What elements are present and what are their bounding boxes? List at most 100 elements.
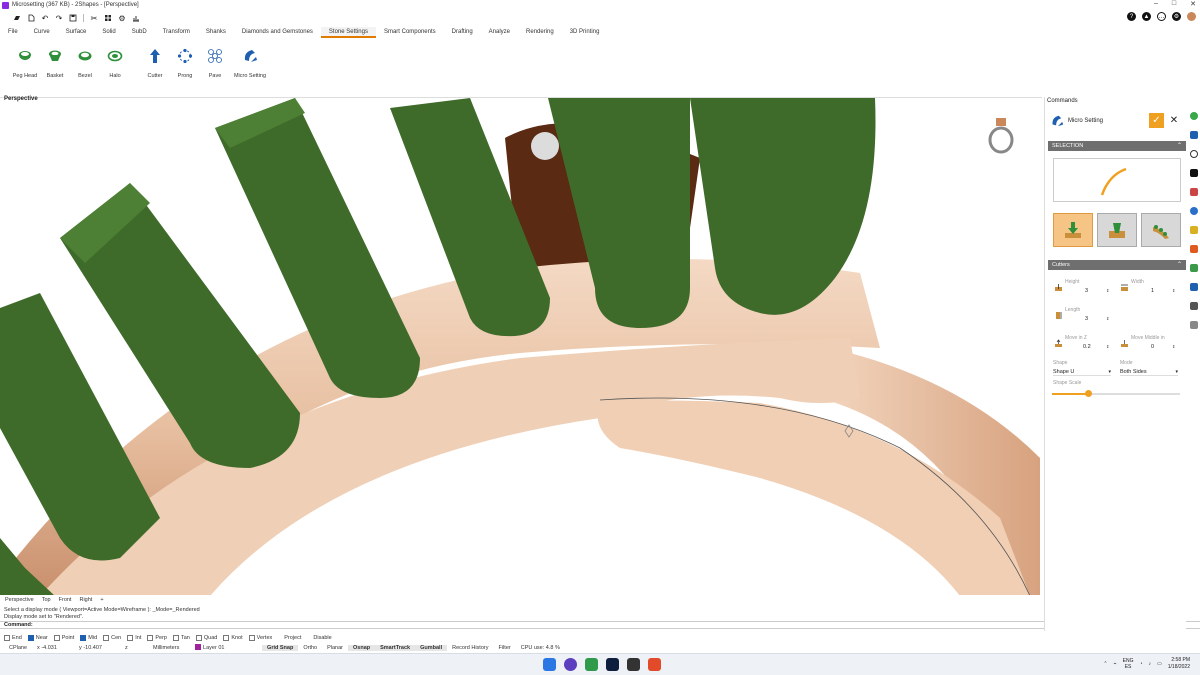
learn-icon[interactable]: ▲ [1142, 12, 1151, 21]
prong-button[interactable]: Prong [170, 42, 200, 90]
osnap-quad[interactable]: Quad [195, 634, 217, 641]
units[interactable]: Millimeters [148, 645, 190, 651]
minimize-button[interactable]: – [1154, 0, 1158, 8]
osnap-project[interactable]: Project [284, 635, 301, 641]
move-middle-stepper[interactable]: ⇕ [1172, 344, 1175, 349]
tab-stone-settings[interactable]: Stone Settings [320, 27, 376, 38]
network-icon[interactable]: ⌁ [1114, 661, 1117, 667]
pave-button[interactable]: Pave [200, 42, 230, 90]
tab-shanks[interactable]: Shanks [198, 27, 234, 38]
avatar[interactable] [1187, 12, 1196, 21]
battery-icon[interactable]: ▭ [1157, 661, 1162, 667]
osnap-disable[interactable]: Disable [313, 635, 331, 641]
toggle-smarttrack[interactable]: SmartTrack [375, 644, 416, 651]
move-z-stepper[interactable]: ⇕ [1106, 344, 1109, 349]
slider-knob[interactable] [1084, 390, 1092, 397]
osnap-checkbox[interactable] [147, 634, 154, 641]
close-panel-button[interactable]: ✕ [1168, 113, 1180, 128]
chat-icon[interactable]: … [1157, 12, 1166, 21]
toggle-gumball[interactable]: Gumball [415, 644, 448, 651]
tab-smart-components[interactable]: Smart Components [376, 27, 444, 38]
materials-icon[interactable] [1189, 188, 1198, 196]
language-indicator[interactable]: ENG ES [1123, 658, 1134, 670]
tab-top[interactable]: Top [42, 597, 51, 606]
cplane-label[interactable]: CPlane [4, 645, 32, 651]
height-input[interactable]: 3 [1085, 288, 1088, 294]
osnap-mid[interactable]: Mid [80, 634, 97, 641]
close-window-button[interactable]: ✕ [1190, 0, 1196, 8]
command-input[interactable]: Command: [0, 621, 1200, 629]
shape-scale-slider[interactable] [1052, 390, 1180, 397]
clock[interactable]: 2:58 PM 1/18/2022 [1168, 657, 1190, 671]
chart-icon[interactable] [132, 14, 140, 22]
tab-surface[interactable]: Surface [58, 27, 95, 38]
new-file-icon[interactable] [27, 14, 35, 22]
width-input[interactable]: 1 [1151, 288, 1154, 294]
cutter-button[interactable]: Cutter [140, 42, 170, 90]
osnap-checkbox[interactable] [80, 634, 87, 641]
photoshop-icon[interactable] [606, 658, 619, 671]
add-viewport-button[interactable]: + [100, 597, 103, 606]
cutter-down-button[interactable] [1053, 213, 1093, 247]
micro-setting-button[interactable]: Micro Setting [230, 42, 270, 90]
sun-icon[interactable] [1189, 245, 1198, 253]
osnap-checkbox[interactable] [27, 634, 34, 641]
render-icon[interactable] [1189, 150, 1198, 158]
volume-icon[interactable]: ♪ [1149, 661, 1152, 667]
selection-section-header[interactable]: SELECTION ⌃ [1048, 141, 1186, 151]
viewport-label[interactable]: Perspective [4, 96, 38, 102]
options-icon[interactable]: ⚙ [118, 14, 126, 23]
open-icon[interactable] [13, 14, 21, 22]
tab-front[interactable]: Front [59, 597, 72, 606]
tab-diamonds-and-gemstones[interactable]: Diamonds and Gemstones [234, 27, 321, 38]
tab-analyze[interactable]: Analyze [481, 27, 518, 38]
osnap-checkbox[interactable] [53, 634, 60, 641]
cutters-section-header[interactable]: Cutters ⌃ [1048, 260, 1186, 270]
osnap-near[interactable]: Near [27, 634, 48, 641]
halo-button[interactable]: Halo [100, 42, 130, 90]
osnap-checkbox[interactable] [127, 634, 134, 641]
toggle-grid-snap[interactable]: Grid Snap [262, 644, 299, 651]
layer-indicator[interactable]: Layer 01 [190, 644, 262, 651]
chat-app-icon[interactable] [564, 658, 577, 671]
osnap-perp[interactable]: Perp [147, 634, 167, 641]
tab-drafting[interactable]: Drafting [444, 27, 481, 38]
osnap-checkbox[interactable] [4, 634, 10, 641]
tab-file[interactable]: File [0, 27, 26, 38]
library-icon[interactable] [1189, 169, 1198, 177]
width-stepper[interactable]: ⇕ [1172, 288, 1175, 293]
ground-plane-icon[interactable] [1189, 226, 1198, 234]
environment-icon[interactable] [1189, 207, 1198, 215]
height-stepper[interactable]: ⇕ [1106, 288, 1109, 293]
osnap-point[interactable]: Point [53, 634, 74, 641]
maximize-button[interactable]: □ [1172, 0, 1176, 8]
tab-transform[interactable]: Transform [155, 27, 198, 38]
selection-preview[interactable] [1053, 158, 1181, 202]
more-icon[interactable] [1189, 321, 1198, 329]
viewport-perspective[interactable] [0, 97, 1042, 595]
undo-icon[interactable]: ↶ [41, 14, 49, 23]
properties-icon[interactable] [1189, 112, 1198, 120]
settings-icon[interactable]: ⚙ [1172, 12, 1181, 21]
basket-button[interactable]: Basket [40, 42, 70, 90]
save-icon[interactable] [69, 14, 77, 22]
tab-perspective[interactable]: Perspective [5, 597, 34, 606]
tools-icon[interactable]: ✂ [90, 14, 98, 23]
osnap-knot[interactable]: Knot [223, 634, 243, 641]
osnap-int[interactable]: Int [127, 634, 141, 641]
osnap-checkbox[interactable] [172, 634, 179, 641]
length-input[interactable]: 3 [1085, 316, 1088, 322]
help-icon[interactable]: ? [1127, 12, 1136, 21]
tab-3d-printing[interactable]: 3D Printing [562, 27, 608, 38]
recorder-icon[interactable] [648, 658, 661, 671]
osnap-checkbox[interactable] [195, 634, 202, 641]
cutter-inset-button[interactable] [1097, 213, 1137, 247]
notes-icon[interactable] [1189, 264, 1198, 272]
toggle-planar[interactable]: Planar [322, 645, 348, 651]
tab-solid[interactable]: Solid [94, 27, 123, 38]
osnap-checkbox[interactable] [223, 634, 230, 641]
toggle-ortho[interactable]: Ortho [298, 645, 322, 651]
display-icon[interactable] [1189, 283, 1198, 291]
toggle-osnap[interactable]: Osnap [348, 644, 376, 651]
bezel-button[interactable]: Bezel [70, 42, 100, 90]
